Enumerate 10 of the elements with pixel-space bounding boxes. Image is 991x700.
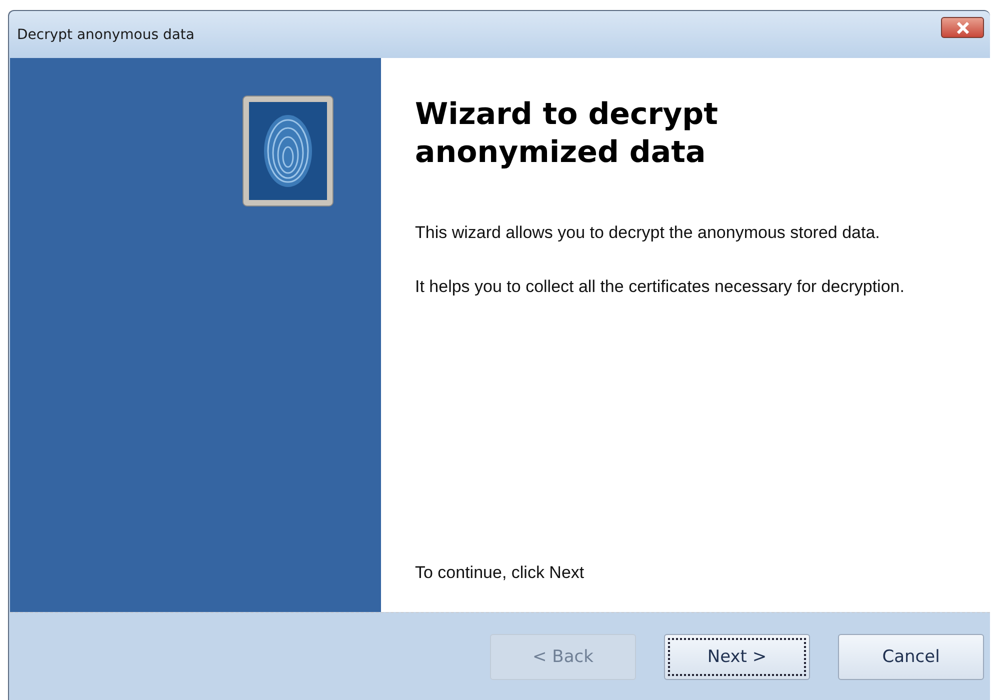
window-title: Decrypt anonymous data [17, 26, 194, 42]
description-text: This wizard allows you to decrypt the anonymous stored data. [415, 222, 881, 244]
close-icon [956, 22, 970, 34]
fingerprint-icon [242, 95, 334, 207]
wizard-button[interactable]: Cancel [838, 634, 984, 680]
wizard-button[interactable]: Next > [664, 634, 810, 680]
instruction-text: To continue, click Next [415, 562, 586, 584]
description-text: It helps you to collect all the certificates necessary for decryption. [415, 276, 906, 298]
wizard-heading: Wizard to decrypt anonymized data [415, 96, 719, 172]
close-button[interactable] [941, 17, 984, 38]
